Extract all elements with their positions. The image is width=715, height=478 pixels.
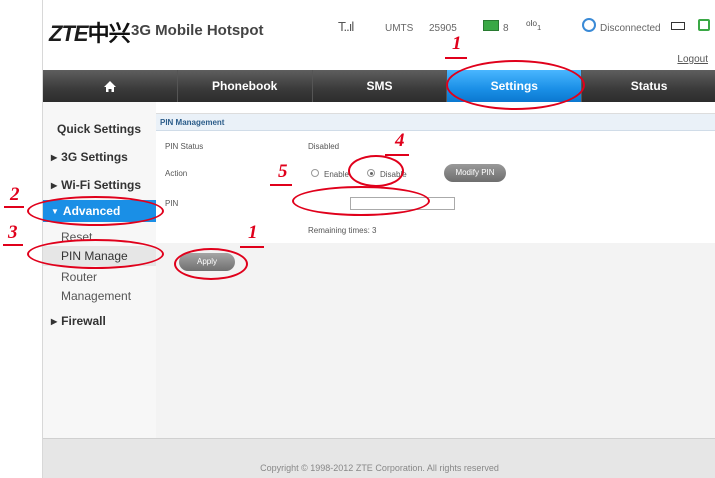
sidebar-subitem-reset[interactable]: Reset (43, 230, 156, 244)
sidebar-subitem-management[interactable]: Management (43, 289, 156, 303)
sidebar-item-3g-settings[interactable]: ▶ 3G Settings (43, 150, 156, 164)
annotation-underline (385, 154, 409, 156)
router-web-ui: ZTE中兴 3G Mobile Hotspot T..ıl UMTS 25905… (42, 0, 715, 478)
sidebar-item-label: 3G Settings (61, 150, 128, 164)
connection-status-icon (582, 18, 596, 32)
zte-logo: ZTE中兴 (49, 16, 131, 48)
pin-status-value: Disabled (308, 142, 340, 151)
annotation-underline (3, 244, 23, 246)
annotation-number-5: 5 (278, 161, 288, 182)
nav-sms[interactable]: SMS (313, 70, 448, 102)
annotation-underline (445, 57, 467, 59)
collapse-arrow-icon: ▼ (51, 207, 59, 216)
action-label: Action (165, 169, 188, 178)
disable-radio[interactable] (367, 169, 375, 177)
logo-chinese: 中兴 (87, 21, 131, 46)
sidebar-subitem-pin-manage[interactable]: PIN Manage (43, 246, 156, 266)
connection-status: Disconnected (600, 23, 661, 34)
wifi-clients-icon: ᵒᴵᵒ₁ (526, 18, 542, 32)
annotation-underline (270, 184, 292, 186)
sidebar-item-label: Advanced (62, 204, 121, 218)
network-type: UMTS (385, 23, 414, 34)
pin-status-label: PIN Status (165, 142, 204, 151)
annotation-number-1-top: 1 (452, 33, 462, 54)
sidebar-item-firewall[interactable]: ▶ Firewall (43, 314, 156, 328)
annotation-number-4: 4 (395, 130, 405, 151)
main-nav: Phonebook SMS Settings Status (43, 70, 715, 102)
disable-radio-label: Disable (380, 170, 407, 179)
sidebar-subitem-router[interactable]: Router (43, 270, 156, 284)
sidebar-item-quick-settings[interactable]: Quick Settings (43, 122, 156, 136)
modify-pin-button[interactable]: Modify PIN (444, 164, 506, 182)
panel-title: PIN Management (156, 114, 715, 131)
annotation-number-1-bottom: 1 (248, 222, 258, 243)
content-background (156, 243, 715, 438)
pin-input[interactable] (350, 197, 455, 210)
annotation-number-2: 2 (10, 184, 20, 205)
sidebar-item-label: Wi-Fi Settings (61, 178, 142, 192)
sidebar: Quick Settings ▶ 3G Settings ▶ Wi-Fi Setti… (43, 113, 156, 438)
expand-arrow-icon: ▶ (51, 317, 58, 326)
annotation-underline (240, 246, 264, 248)
sidebar-item-advanced[interactable]: ▼ Advanced (43, 200, 156, 222)
home-icon (103, 80, 116, 92)
copyright: Copyright © 1998-2012 ZTE Corporation. A… (260, 463, 499, 473)
remaining-times: Remaining times: 3 (308, 226, 377, 235)
enable-radio-label: Enable (324, 170, 349, 179)
header: ZTE中兴 3G Mobile Hotspot T..ıl UMTS 25905… (43, 0, 715, 70)
annotation-number-3: 3 (8, 222, 18, 243)
sidebar-item-label: Firewall (61, 314, 106, 328)
pin-label: PIN (165, 199, 179, 208)
logout-link[interactable]: Logout (677, 54, 708, 65)
sms-envelope-icon[interactable] (483, 20, 499, 31)
nav-phonebook[interactable]: Phonebook (178, 70, 313, 102)
signal-strength-icon: T..ıl (338, 19, 354, 34)
expand-arrow-icon: ▶ (51, 153, 58, 162)
enable-radio[interactable] (311, 169, 319, 177)
apply-button[interactable]: Apply (179, 253, 235, 271)
logo-brand: ZTE (49, 21, 89, 46)
pin-management-panel: PIN Management PIN Status Disabled Actio… (156, 113, 715, 243)
expand-arrow-icon: ▶ (51, 181, 58, 190)
product-title: 3G Mobile Hotspot (131, 22, 264, 39)
nav-status[interactable]: Status (582, 70, 715, 102)
battery-icon (671, 22, 685, 30)
annotation-underline (4, 206, 24, 208)
nav-home[interactable] (43, 70, 178, 102)
sms-count: 8 (503, 23, 509, 34)
nav-settings[interactable]: Settings (447, 70, 583, 102)
sidebar-item-wifi-settings[interactable]: ▶ Wi-Fi Settings (43, 178, 156, 192)
message-indicator-icon (698, 19, 710, 31)
